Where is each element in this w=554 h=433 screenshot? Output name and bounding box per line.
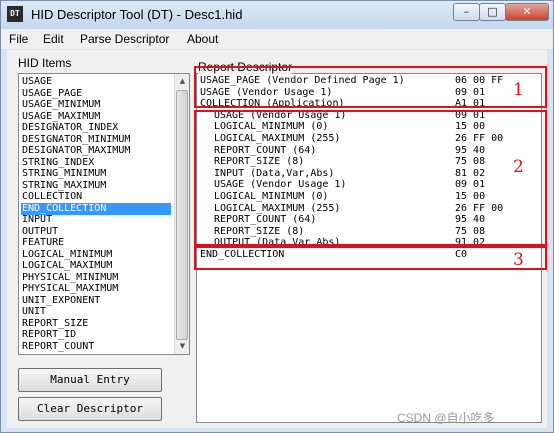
menu-bar: File Edit Parse Descriptor About [1,29,553,49]
hid-item-usage-minimum[interactable]: USAGE_MINIMUM [21,99,100,111]
hid-item-feature[interactable]: FEATURE [21,237,64,249]
annotation-number-1: 1 [513,80,524,100]
hid-item-logical-maximum[interactable]: LOGICAL_MAXIMUM [21,260,112,272]
hid-item-report-count[interactable]: REPORT_COUNT [21,341,94,353]
hid-item-usage-maximum[interactable]: USAGE_MAXIMUM [21,111,100,123]
menu-edit[interactable]: Edit [43,32,64,46]
annotation-number-2: 2 [513,157,524,177]
title-bar[interactable]: DT HID Descriptor Tool (DT) - Desc1.hid … [1,1,553,29]
hid-item-physical-minimum[interactable]: PHYSICAL_MINIMUM [21,272,118,284]
scroll-up-arrow-icon[interactable]: ▲ [175,74,189,89]
annotation-box-3 [194,246,547,270]
clear-descriptor-button[interactable]: Clear Descriptor [18,397,162,421]
maximize-button[interactable]: □ [479,3,506,21]
hid-item-string-minimum[interactable]: STRING_MINIMUM [21,168,106,180]
hid-items-label: HID Items [18,56,72,70]
annotation-box-1 [194,66,547,108]
scrollbar-thumb[interactable] [176,90,188,340]
hid-item-logical-minimum[interactable]: LOGICAL_MINIMUM [21,249,112,261]
hid-item-usage[interactable]: USAGE [21,76,52,88]
menu-about[interactable]: About [187,32,218,46]
minimize-button[interactable]: – [453,3,480,21]
hid-item-designator-maximum[interactable]: DESIGNATOR_MAXIMUM [21,145,130,157]
hid-item-designator-index[interactable]: DESIGNATOR_INDEX [21,122,118,134]
hid-item-report-id[interactable]: REPORT_ID [21,329,76,341]
main-panel: HID Items REPORT_COUNT REPORT_ID REPORT_SI… [7,50,547,428]
hid-item-collection[interactable]: COLLECTION [21,191,82,203]
menu-file[interactable]: File [9,32,28,46]
hid-item-usage-page[interactable]: USAGE_PAGE [21,88,82,100]
hid-item-unit[interactable]: UNIT [21,306,46,318]
manual-entry-button[interactable]: Manual Entry [18,368,162,392]
app-dt-icon[interactable]: DT [7,6,23,22]
items-scrollbar[interactable]: ▲ ▼ [174,74,189,354]
hid-item-report-size[interactable]: REPORT_SIZE [21,318,88,330]
hid-items-list[interactable]: REPORT_COUNT REPORT_ID REPORT_SIZE UNIT UNIT… [18,73,190,355]
hid-item-end-collection[interactable]: END_COLLECTION [21,202,171,215]
hid-item-unit-exponent[interactable]: UNIT_EXPONENT [21,295,100,307]
hid-item-input[interactable]: INPUT [21,214,52,226]
window-title: HID Descriptor Tool (DT) - Desc1.hid [31,7,243,22]
close-button[interactable]: ✕ [505,3,549,21]
scroll-down-arrow-icon[interactable]: ▼ [175,339,189,354]
hid-item-output[interactable]: OUTPUT [21,226,58,238]
annotation-number-3: 3 [513,250,524,270]
annotation-box-2 [194,110,547,246]
hid-item-physical-maximum[interactable]: PHYSICAL_MAXIMUM [21,283,118,295]
hid-item-string-maximum[interactable]: STRING_MAXIMUM [21,180,106,192]
watermark: CSDN @自小吃多 [397,411,495,425]
hid-item-string-index[interactable]: STRING_INDEX [21,157,94,169]
hid-descriptor-tool-window: DT HID Descriptor Tool (DT) - Desc1.hid … [0,0,554,433]
menu-parse-descriptor[interactable]: Parse Descriptor [80,32,169,46]
hid-item-designator-minimum[interactable]: DESIGNATOR_MINIMUM [21,134,130,146]
